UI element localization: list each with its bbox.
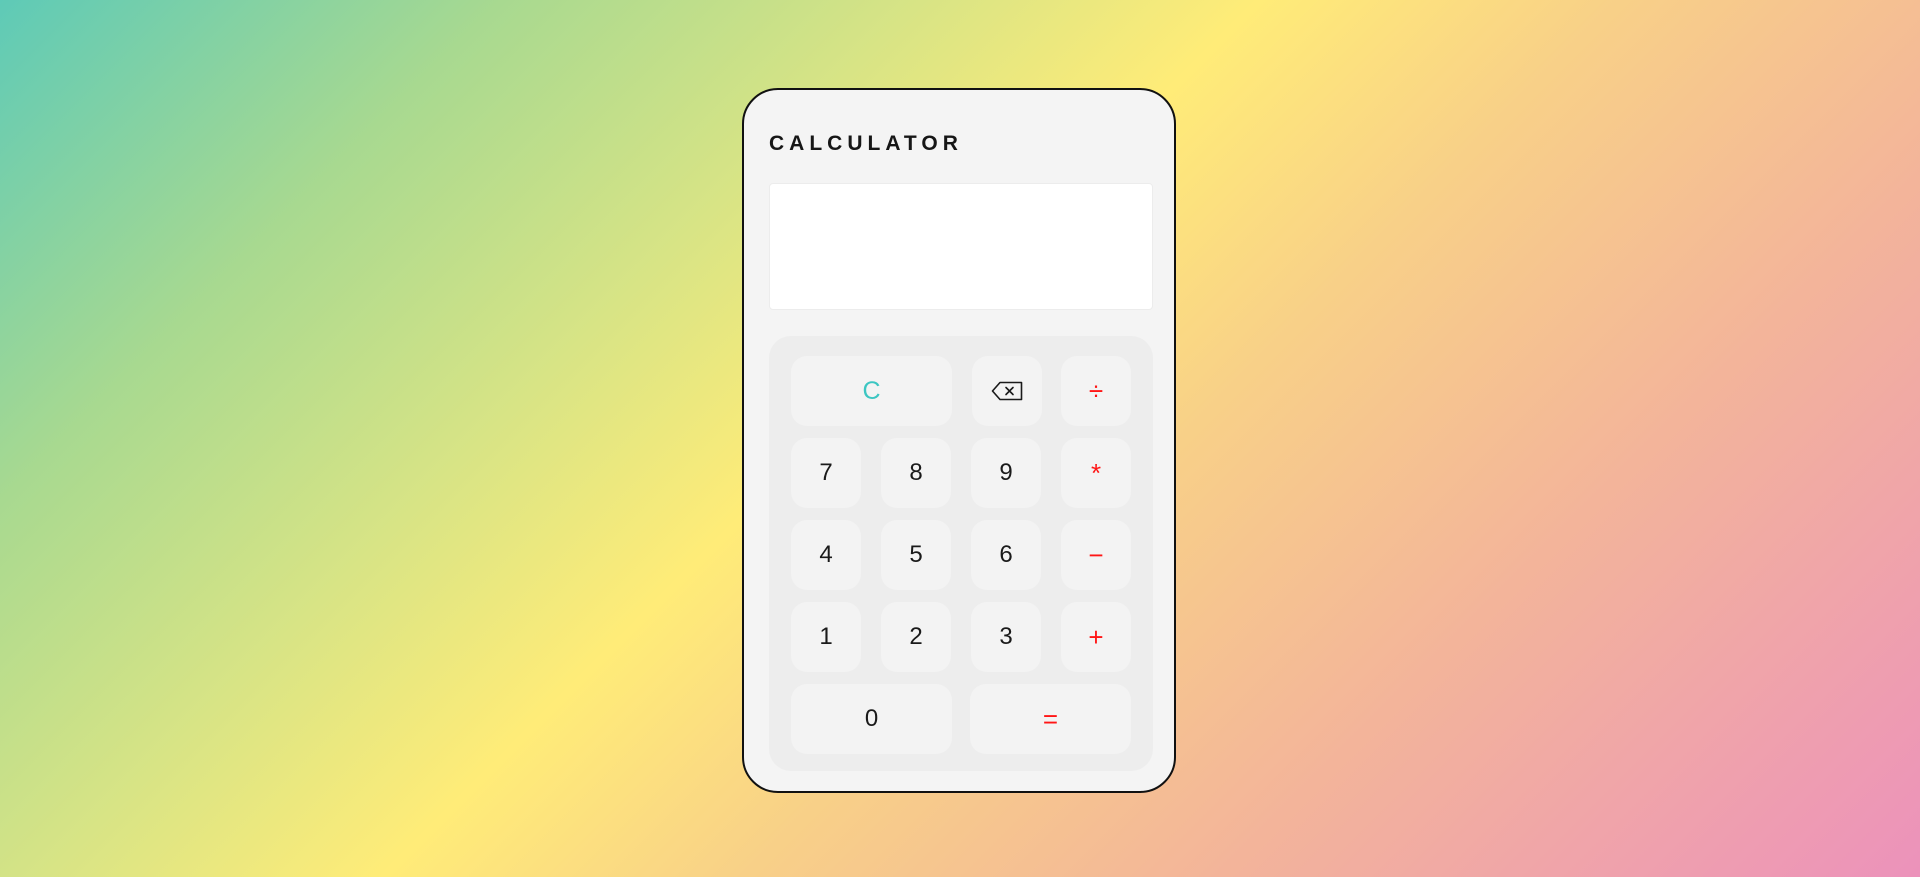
divide-button[interactable]: ÷: [1061, 356, 1131, 426]
digit-5-button[interactable]: 5: [881, 520, 951, 590]
subtract-button[interactable]: −: [1061, 520, 1131, 590]
digit-2-button[interactable]: 2: [881, 602, 951, 672]
calculator-display[interactable]: [769, 183, 1153, 310]
digit-6-button[interactable]: 6: [971, 520, 1041, 590]
keypad: C ÷ 7 8 9 * 4 5 6 − 1 2 3 + 0 =: [769, 336, 1153, 771]
digit-3-button[interactable]: 3: [971, 602, 1041, 672]
add-button[interactable]: +: [1061, 602, 1131, 672]
calculator-title: CALCULATOR: [769, 132, 963, 155]
multiply-button[interactable]: *: [1061, 438, 1131, 508]
backspace-icon: [991, 381, 1023, 401]
equals-button[interactable]: =: [970, 684, 1131, 754]
calculator-card: CALCULATOR C ÷ 7 8 9 * 4 5 6 − 1 2 3 + 0…: [742, 88, 1176, 793]
digit-4-button[interactable]: 4: [791, 520, 861, 590]
digit-1-button[interactable]: 1: [791, 602, 861, 672]
digit-7-button[interactable]: 7: [791, 438, 861, 508]
clear-button[interactable]: C: [791, 356, 952, 426]
digit-8-button[interactable]: 8: [881, 438, 951, 508]
digit-9-button[interactable]: 9: [971, 438, 1041, 508]
backspace-button[interactable]: [972, 356, 1042, 426]
digit-0-button[interactable]: 0: [791, 684, 952, 754]
